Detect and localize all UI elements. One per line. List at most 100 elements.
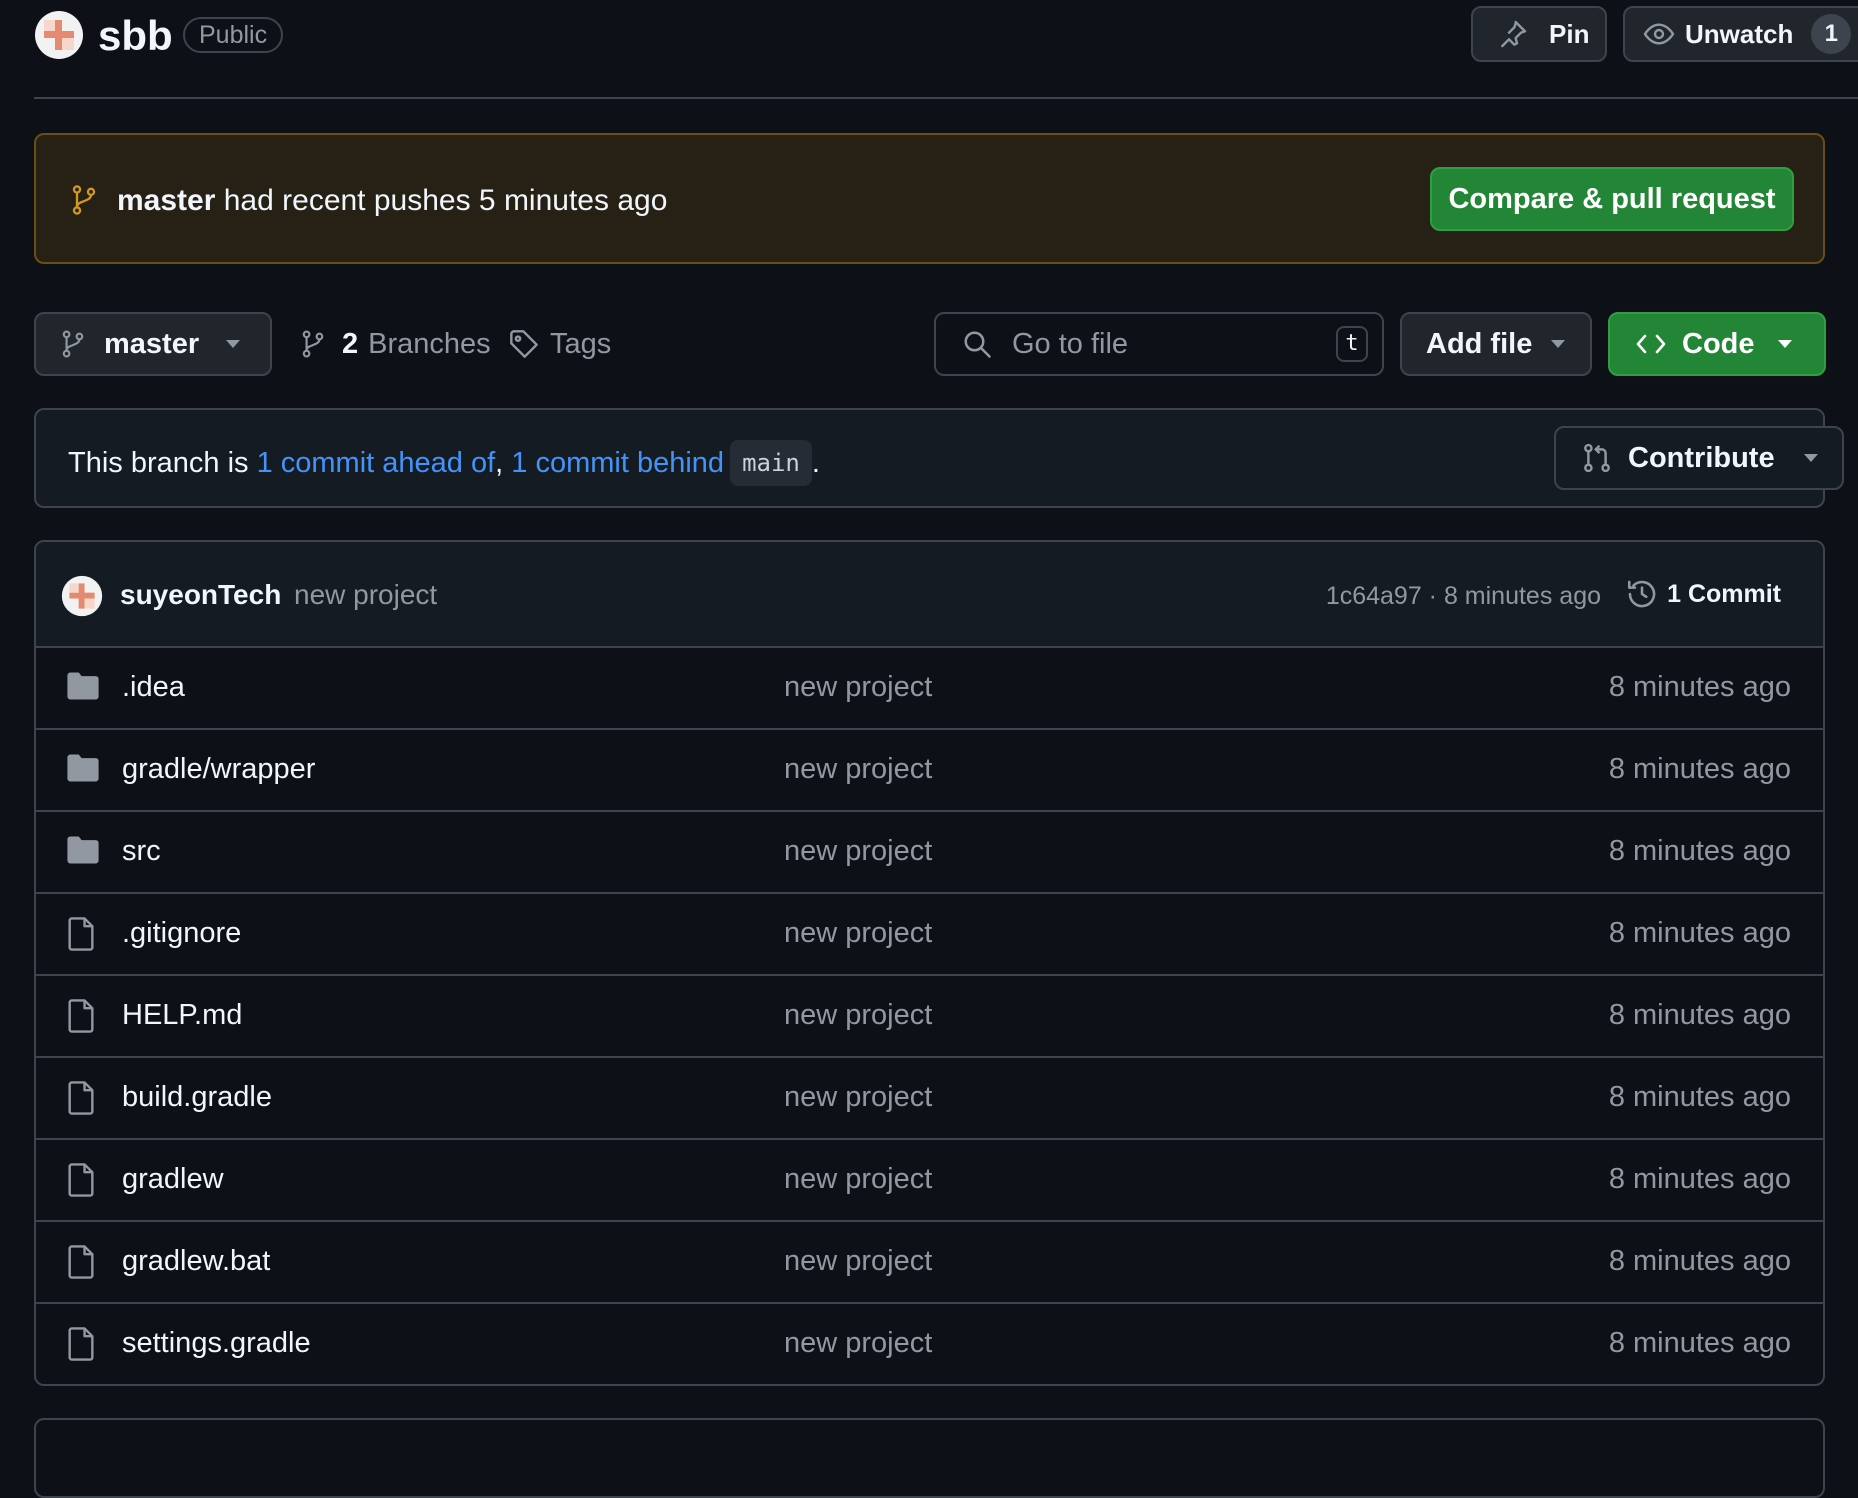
watch-count-badge: 1 bbox=[1811, 14, 1852, 54]
banner-branch-name[interactable]: master bbox=[117, 184, 215, 217]
tag-icon bbox=[508, 328, 540, 360]
file-commit-message[interactable]: new project bbox=[784, 750, 932, 788]
base-branch-name: main bbox=[730, 440, 812, 486]
contribute-button[interactable]: Contribute bbox=[1554, 426, 1844, 490]
add-file-label: Add file bbox=[1426, 327, 1533, 360]
file-commit-time: 8 minutes ago bbox=[1608, 835, 1791, 867]
unwatch-label: Unwatch bbox=[1685, 18, 1794, 49]
compare-pull-request-button[interactable]: Compare & pull request bbox=[1430, 167, 1794, 231]
commit-author-avatar[interactable] bbox=[61, 575, 103, 617]
file-name-link[interactable]: gradlew.bat bbox=[122, 1242, 270, 1280]
folder-icon bbox=[66, 753, 100, 783]
file-name-link[interactable]: HELP.md bbox=[122, 996, 242, 1034]
keyboard-shortcut-badge: t bbox=[1336, 326, 1368, 362]
file-list: .idea new project 8 minutes ago gradle/wrap… bbox=[36, 648, 1823, 1384]
code-label: Code bbox=[1682, 327, 1755, 360]
code-button[interactable]: Code bbox=[1608, 312, 1826, 376]
file-icon bbox=[66, 1081, 96, 1115]
commit-history-link[interactable]: 1 Commit bbox=[1625, 572, 1781, 616]
file-commit-message[interactable]: new project bbox=[784, 1078, 932, 1116]
file-commit-time: 8 minutes ago bbox=[1608, 999, 1791, 1031]
caret-down-icon bbox=[1803, 453, 1819, 463]
file-table: suyeonTech new project 1c64a97 · 8 minut… bbox=[34, 540, 1825, 1386]
file-row[interactable]: gradlew.bat new project 8 minutes ago bbox=[36, 1222, 1823, 1304]
file-commit-message[interactable]: new project bbox=[784, 1242, 932, 1280]
file-row[interactable]: gradle/wrapper new project 8 minutes ago bbox=[36, 730, 1823, 812]
branch-status-separator: , bbox=[495, 447, 504, 479]
git-branch-icon bbox=[70, 183, 98, 217]
file-icon bbox=[66, 1327, 96, 1361]
commit-message[interactable]: new project bbox=[294, 576, 437, 614]
branch-status-suffix: . bbox=[811, 447, 820, 479]
add-file-button[interactable]: Add file bbox=[1400, 312, 1592, 376]
file-name-link[interactable]: settings.gradle bbox=[122, 1324, 311, 1362]
branch-select-button[interactable]: master bbox=[34, 312, 272, 376]
branches-link[interactable]: 2 Branches bbox=[300, 322, 491, 366]
banner-text: had recent pushes 5 minutes ago bbox=[223, 184, 668, 217]
repo-name[interactable]: sbb bbox=[98, 8, 173, 64]
file-name-link[interactable]: .idea bbox=[122, 668, 185, 706]
branches-label: Branches bbox=[368, 327, 491, 360]
file-icon bbox=[66, 1245, 96, 1279]
file-commit-time: 8 minutes ago bbox=[1608, 671, 1791, 703]
go-to-file-input[interactable]: Go to file t bbox=[934, 312, 1384, 376]
branch-status-box: This branch is 1 commit ahead of, 1 comm… bbox=[34, 408, 1844, 508]
branches-count: 2 bbox=[342, 327, 359, 360]
go-to-file-placeholder: Go to file bbox=[1012, 327, 1129, 360]
file-commit-message[interactable]: new project bbox=[784, 996, 932, 1034]
commit-author[interactable]: suyeonTech bbox=[120, 576, 281, 614]
file-name-link[interactable]: .gitignore bbox=[122, 914, 241, 952]
file-row[interactable]: build.gradle new project 8 minutes ago bbox=[36, 1058, 1823, 1140]
file-row[interactable]: HELP.md new project 8 minutes ago bbox=[36, 976, 1823, 1058]
tags-label: Tags bbox=[550, 327, 612, 360]
latest-commit-header: suyeonTech new project 1c64a97 · 8 minut… bbox=[36, 542, 1823, 648]
header-divider bbox=[34, 97, 1858, 99]
branch-status-text: This branch is 1 commit ahead of, 1 comm… bbox=[68, 440, 820, 486]
file-icon bbox=[66, 999, 96, 1033]
tags-link[interactable]: Tags bbox=[508, 322, 611, 366]
file-row[interactable]: .gitignore new project 8 minutes ago bbox=[36, 894, 1823, 976]
commits-ahead-link[interactable]: 1 commit ahead of bbox=[257, 444, 496, 482]
caret-down-icon bbox=[1550, 339, 1566, 349]
file-icon bbox=[66, 917, 96, 951]
code-icon bbox=[1636, 332, 1666, 356]
git-branch-icon bbox=[60, 329, 86, 359]
file-commit-message[interactable]: new project bbox=[784, 668, 932, 706]
commit-hash-time[interactable]: 1c64a97 · 8 minutes ago bbox=[1326, 578, 1601, 614]
repo-owner-avatar[interactable] bbox=[34, 10, 84, 60]
commits-behind-link[interactable]: 1 commit behind bbox=[511, 444, 724, 482]
file-commit-time: 8 minutes ago bbox=[1608, 1163, 1791, 1195]
caret-down-icon bbox=[1777, 339, 1793, 349]
file-row[interactable]: gradlew new project 8 minutes ago bbox=[36, 1140, 1823, 1222]
folder-icon bbox=[66, 671, 100, 701]
file-commit-time: 8 minutes ago bbox=[1608, 753, 1791, 785]
file-commit-message[interactable]: new project bbox=[784, 832, 932, 870]
file-name-link[interactable]: src bbox=[122, 832, 161, 870]
visibility-badge: Public bbox=[183, 17, 284, 53]
file-row[interactable]: src new project 8 minutes ago bbox=[36, 812, 1823, 894]
file-commit-message[interactable]: new project bbox=[784, 914, 932, 952]
unwatch-button[interactable]: Unwatch 1 bbox=[1623, 6, 1858, 62]
commit-history-label: 1 Commit bbox=[1667, 579, 1781, 608]
branch-status-prefix: This branch is bbox=[68, 447, 249, 479]
file-name-link[interactable]: gradlew bbox=[122, 1160, 224, 1198]
file-commit-message[interactable]: new project bbox=[784, 1160, 932, 1198]
search-icon bbox=[962, 329, 992, 359]
pin-label: Pin bbox=[1549, 18, 1590, 49]
file-name-link[interactable]: build.gradle bbox=[122, 1078, 272, 1116]
file-commit-time: 8 minutes ago bbox=[1608, 1327, 1791, 1359]
file-commit-message[interactable]: new project bbox=[784, 1324, 932, 1362]
pin-icon bbox=[1497, 18, 1529, 50]
file-name-link[interactable]: gradle/wrapper bbox=[122, 750, 315, 788]
git-pull-request-icon bbox=[1582, 442, 1612, 474]
file-commit-time: 8 minutes ago bbox=[1608, 1081, 1791, 1113]
recent-push-banner: master had recent pushes 5 minutes ago C… bbox=[34, 133, 1825, 264]
readme-panel bbox=[34, 1418, 1825, 1498]
pin-button[interactable]: Pin bbox=[1471, 6, 1607, 62]
file-row[interactable]: .idea new project 8 minutes ago bbox=[36, 648, 1823, 730]
caret-down-icon bbox=[225, 339, 241, 349]
file-row[interactable]: settings.gradle new project 8 minutes ago bbox=[36, 1304, 1823, 1384]
file-commit-time: 8 minutes ago bbox=[1608, 917, 1791, 949]
git-branch-icon bbox=[300, 329, 326, 359]
contribute-label: Contribute bbox=[1628, 441, 1775, 474]
